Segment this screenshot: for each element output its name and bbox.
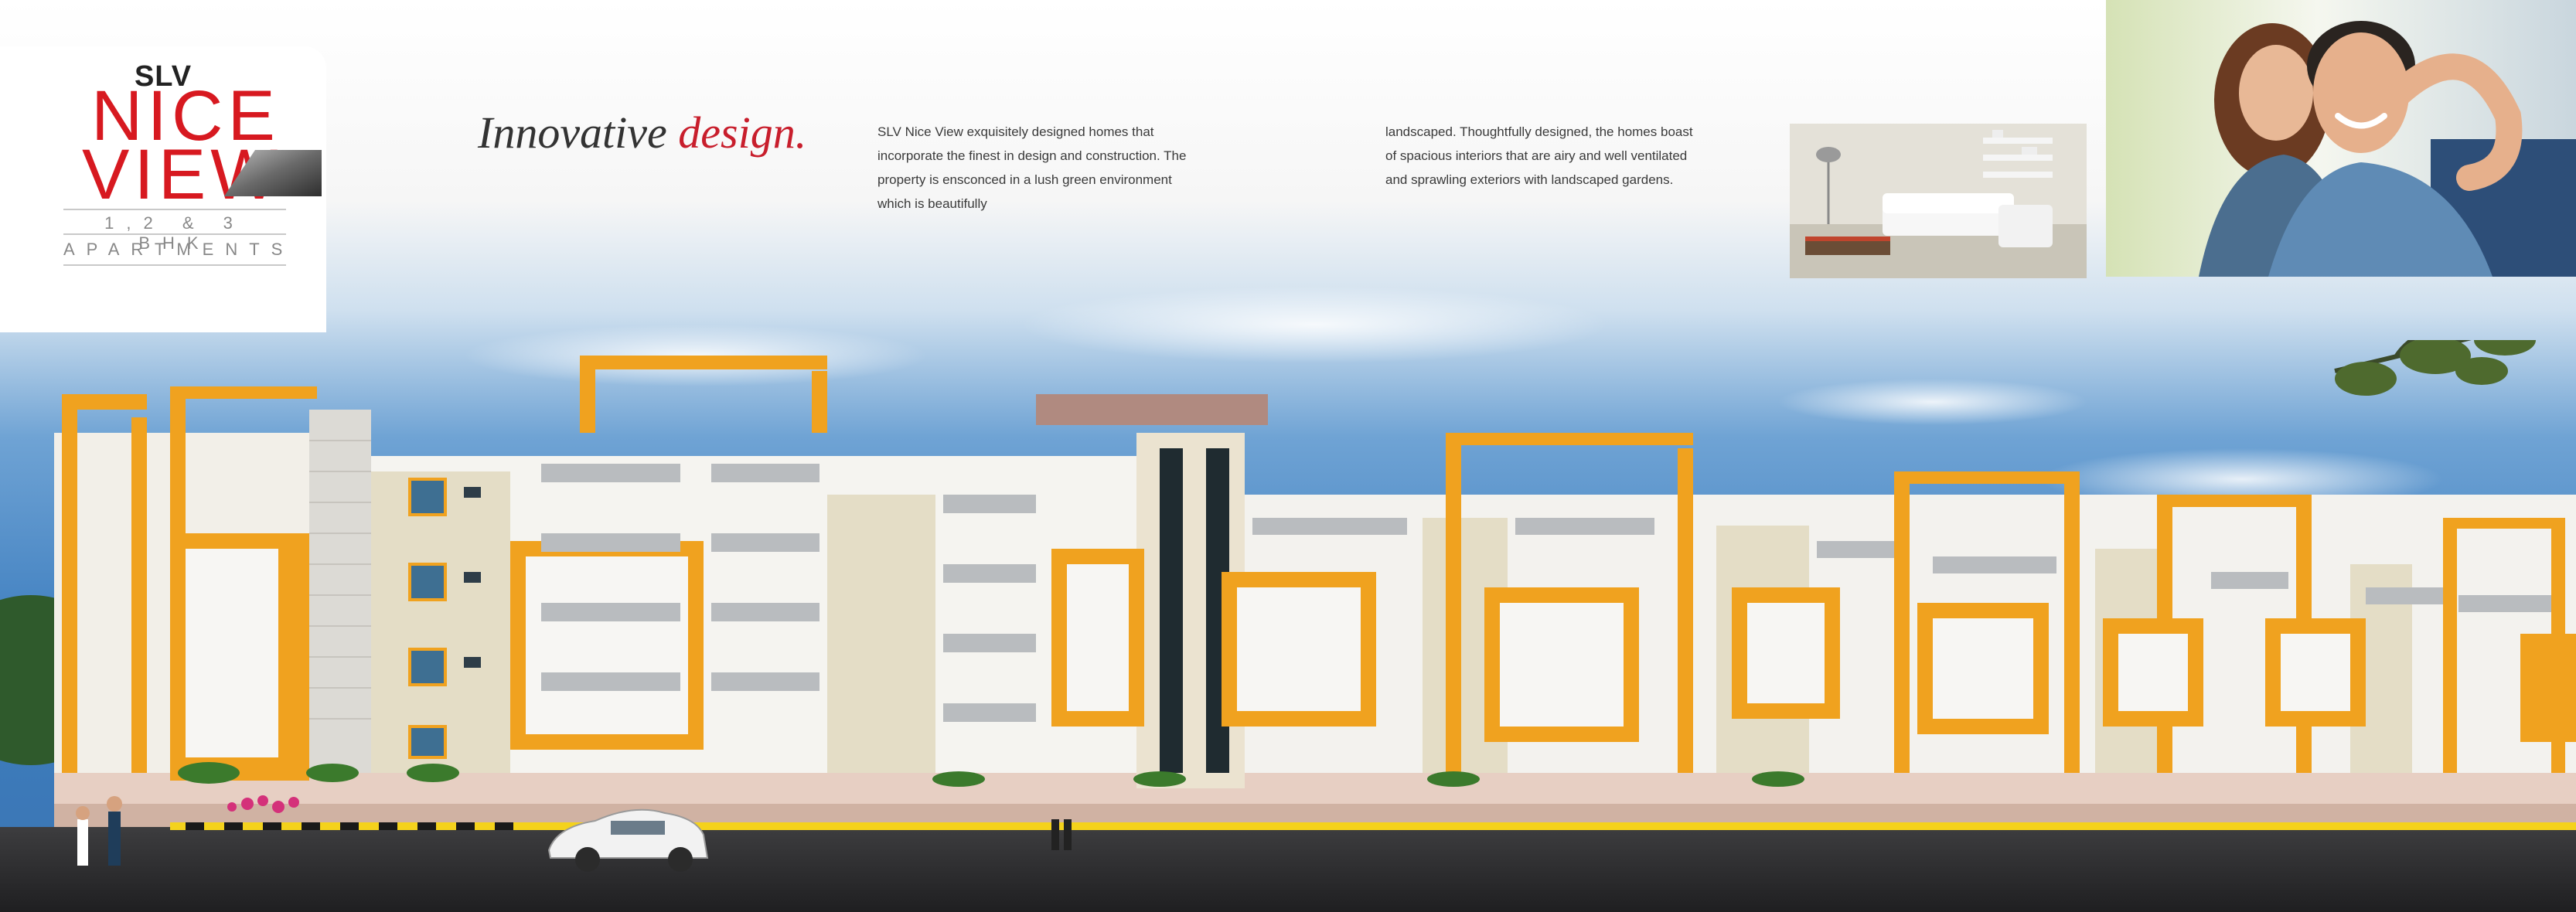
page-heading: Innovative design. <box>478 107 806 158</box>
brochure-page: SLV NICE VIEW 1,2 & 3 BHK APARTMENTS Inn… <box>0 0 2576 912</box>
logo-rule-top <box>63 209 286 210</box>
logo-apartments: APARTMENTS <box>63 240 295 259</box>
copy-line: property is ensconced in a lush green en… <box>877 172 1172 187</box>
copy-line: of spacious interiors that are airy and … <box>1385 148 1688 163</box>
copy-line: which is beautifully <box>877 196 987 211</box>
copy-column-1: SLV Nice View exquisitely designed homes… <box>877 120 1210 216</box>
copy-line: SLV Nice View exquisitely designed homes… <box>877 124 1154 139</box>
logo-metal-bar-icon <box>224 150 322 196</box>
copy-line: landscaped. Thoughtfully designed, the h… <box>1385 124 1693 139</box>
heading-part-2: design. <box>678 107 807 158</box>
copy-column-2: landscaped. Thoughtfully designed, the h… <box>1385 120 1718 192</box>
copy-line: incorporate the finest in design and con… <box>877 148 1187 163</box>
copy-line: and sprawling exteriors with landscaped … <box>1385 172 1674 187</box>
heading-part-1: Innovative <box>478 107 667 158</box>
interior-living-room-image <box>1790 124 2087 278</box>
logo-rule-bottom <box>63 264 286 266</box>
couple-photo-image <box>2106 0 2576 277</box>
logo-rule-middle <box>63 233 286 235</box>
apartment-building-illustration <box>0 340 2576 912</box>
